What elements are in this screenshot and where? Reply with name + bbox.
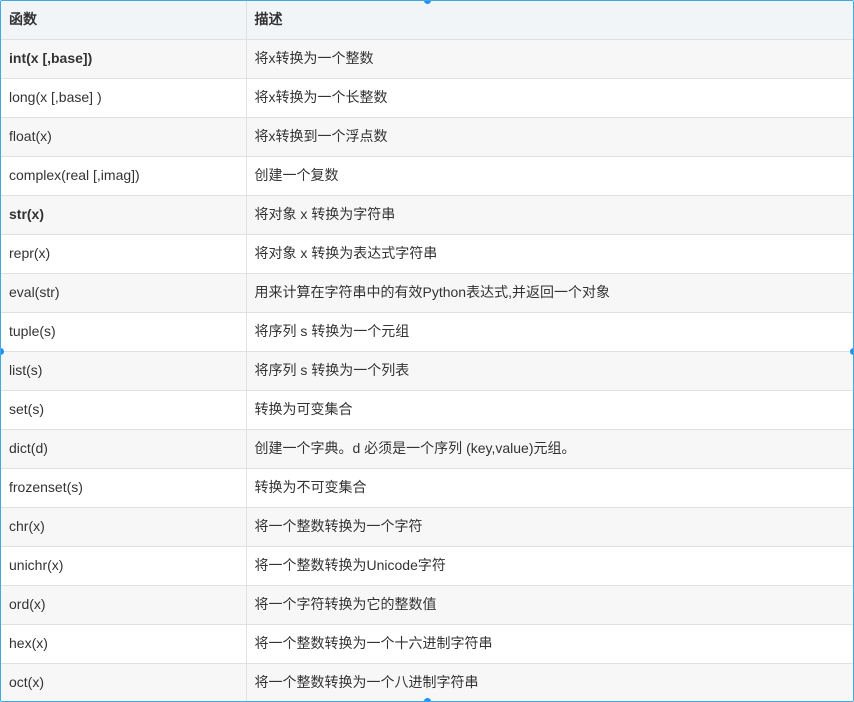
table-row: str(x) 将对象 x 转换为字符串: [1, 195, 853, 235]
table-row: dict(d) 创建一个字典。d 必须是一个序列 (key,value)元组。: [1, 429, 853, 469]
function-cell: float(x): [1, 117, 246, 157]
function-cell: repr(x): [1, 234, 246, 274]
description-cell: 将一个整数转换为一个字符: [245, 507, 853, 547]
header-function: 函数: [1, 1, 246, 40]
table-row: long(x [,base] ) 将x转换为一个长整数: [1, 78, 853, 118]
resize-handle-right[interactable]: [850, 348, 853, 355]
description-cell: 将序列 s 转换为一个列表: [245, 351, 853, 391]
table-row: complex(real [,imag]) 创建一个复数: [1, 156, 853, 196]
function-cell: tuple(s): [1, 312, 246, 352]
function-cell: complex(real [,imag]): [1, 156, 246, 196]
table-row: unichr(x) 将一个整数转换为Unicode字符: [1, 546, 853, 586]
table-row: list(s) 将序列 s 转换为一个列表: [1, 351, 853, 391]
function-cell: int(x [,base]): [1, 39, 246, 79]
function-cell: dict(d): [1, 429, 246, 469]
description-cell: 将对象 x 转换为字符串: [245, 195, 853, 235]
header-description: 描述: [245, 1, 853, 40]
table-header: 函数 描述: [1, 1, 853, 40]
description-cell: 将对象 x 转换为表达式字符串: [245, 234, 853, 274]
description-cell: 转换为可变集合: [245, 390, 853, 430]
description-cell: 用来计算在字符串中的有效Python表达式,并返回一个对象: [245, 273, 853, 313]
table-row: float(x) 将x转换到一个浮点数: [1, 117, 853, 157]
function-cell: ord(x): [1, 585, 246, 625]
function-cell: set(s): [1, 390, 246, 430]
description-cell: 将序列 s 转换为一个元组: [245, 312, 853, 352]
description-cell: 将x转换为一个整数: [245, 39, 853, 79]
table-row: eval(str) 用来计算在字符串中的有效Python表达式,并返回一个对象: [1, 273, 853, 313]
table-row: ord(x) 将一个字符转换为它的整数值: [1, 585, 853, 625]
header-row: 函数 描述: [1, 1, 853, 40]
function-cell: frozenset(s): [1, 468, 246, 508]
function-cell: hex(x): [1, 624, 246, 664]
description-cell: 创建一个复数: [245, 156, 853, 196]
description-cell: 将一个字符转换为它的整数值: [245, 585, 853, 625]
table-row: set(s) 转换为可变集合: [1, 390, 853, 430]
description-cell: 将一个整数转换为一个八进制字符串: [245, 663, 853, 701]
table-row: repr(x) 将对象 x 转换为表达式字符串: [1, 234, 853, 274]
description-cell: 将x转换为一个长整数: [245, 78, 853, 118]
function-cell: str(x): [1, 195, 246, 235]
description-cell: 将x转换到一个浮点数: [245, 117, 853, 157]
table-row: int(x [,base]) 将x转换为一个整数: [1, 39, 853, 79]
table-row: frozenset(s) 转换为不可变集合: [1, 468, 853, 508]
table-row: hex(x) 将一个整数转换为一个十六进制字符串: [1, 624, 853, 664]
description-cell: 将一个整数转换为一个十六进制字符串: [245, 624, 853, 664]
table-body: int(x [,base]) 将x转换为一个整数 long(x [,base] ) 将…: [1, 39, 853, 701]
function-cell: list(s): [1, 351, 246, 391]
function-cell: chr(x): [1, 507, 246, 547]
function-cell: long(x [,base] ): [1, 78, 246, 118]
function-cell: unichr(x): [1, 546, 246, 586]
table-row: oct(x) 将一个整数转换为一个八进制字符串: [1, 663, 853, 701]
functions-table: 函数 描述 int(x [,base]) 将x转换为一个整数 long(x [,ba…: [1, 1, 853, 701]
functions-table-frame: 函数 描述 int(x [,base]) 将x转换为一个整数 long(x [,ba…: [0, 0, 854, 702]
description-cell: 将一个整数转换为Unicode字符: [245, 546, 853, 586]
description-cell: 转换为不可变集合: [245, 468, 853, 508]
function-cell: eval(str): [1, 273, 246, 313]
function-cell: oct(x): [1, 663, 246, 701]
resize-handle-bottom[interactable]: [424, 698, 431, 701]
table-row: chr(x) 将一个整数转换为一个字符: [1, 507, 853, 547]
description-cell: 创建一个字典。d 必须是一个序列 (key,value)元组。: [245, 429, 853, 469]
table-row: tuple(s) 将序列 s 转换为一个元组: [1, 312, 853, 352]
